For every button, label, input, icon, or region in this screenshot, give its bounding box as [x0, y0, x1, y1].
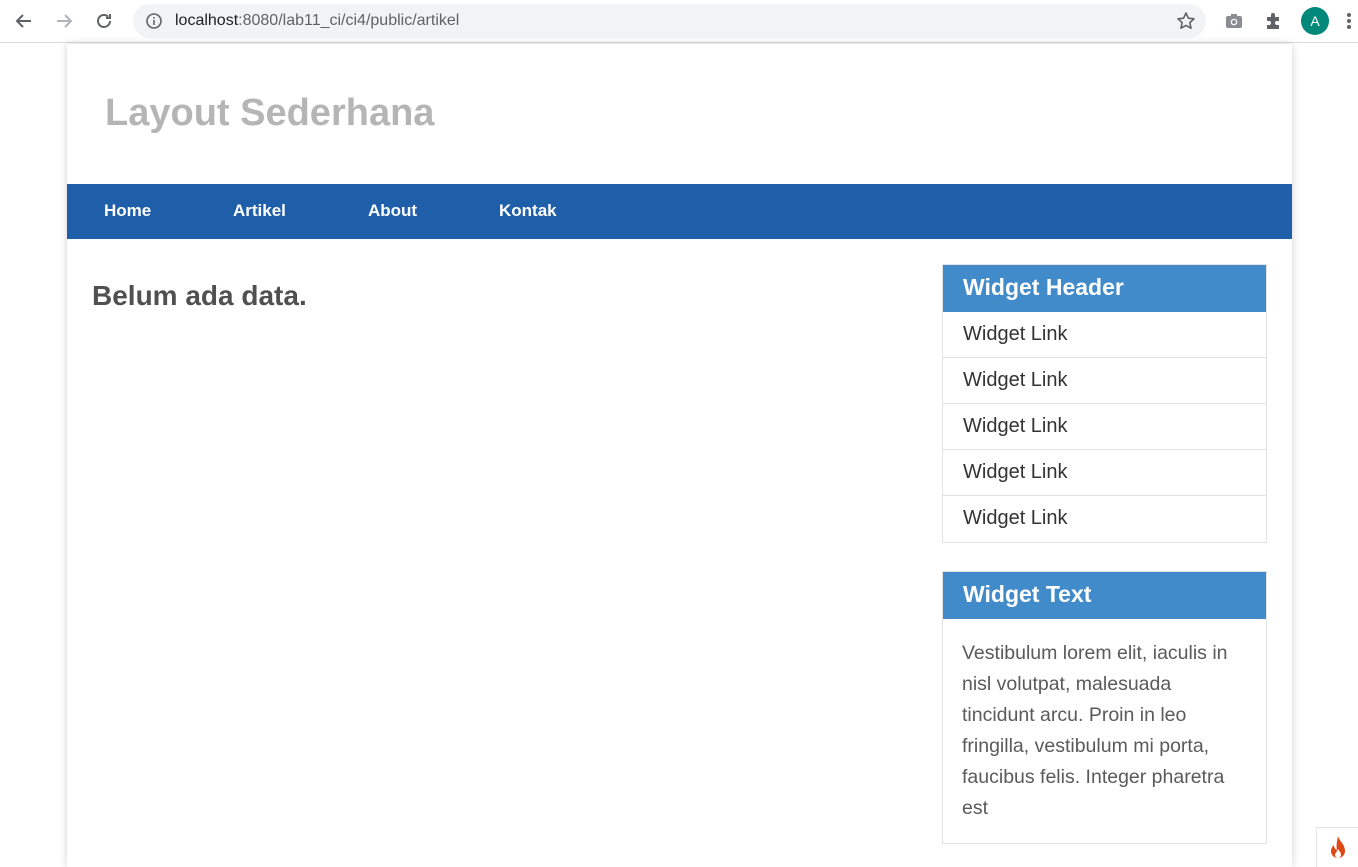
nav-link-artikel[interactable]: Artikel — [233, 201, 286, 221]
nav-link-home[interactable]: Home — [104, 201, 151, 221]
url-path: :8080/lab11_ci/ci4/public/artikel — [238, 12, 460, 29]
reload-button[interactable] — [89, 6, 119, 36]
codeigniter-flame-icon — [1330, 835, 1345, 858]
more-vertical-icon — [1347, 13, 1351, 29]
widget-header-box: Widget Header Widget Link Widget Link Wi… — [942, 264, 1267, 543]
info-icon[interactable] — [145, 12, 163, 30]
widget-link[interactable]: Widget Link — [943, 404, 1266, 450]
reload-icon — [97, 14, 111, 28]
address-bar[interactable]: localhost:8080/lab11_ci/ci4/public/artik… — [133, 4, 1206, 38]
main-navbar: Home Artikel About Kontak — [67, 184, 1292, 239]
star-icon[interactable] — [1176, 11, 1196, 31]
empty-data-message: Belum ada data. — [92, 280, 307, 311]
widget-header-title: Widget Header — [943, 265, 1266, 312]
page-container: Layout Sederhana Home Artikel About Kont… — [67, 44, 1292, 867]
widget-text-box: Widget Text Vestibulum lorem elit, iacul… — [942, 571, 1267, 844]
widget-link[interactable]: Widget Link — [943, 358, 1266, 404]
back-button[interactable] — [9, 6, 39, 36]
widget-text-title: Widget Text — [943, 572, 1266, 619]
widget-link[interactable]: Widget Link — [943, 450, 1266, 496]
forward-arrow-icon — [57, 14, 73, 28]
site-title: Layout Sederhana — [105, 92, 435, 134]
forward-button[interactable] — [49, 6, 79, 36]
widget-link[interactable]: Widget Link — [943, 496, 1266, 542]
extensions-button[interactable] — [1259, 6, 1289, 36]
url-host: localhost — [175, 12, 239, 29]
browser-toolbar: localhost:8080/lab11_ci/ci4/public/artik… — [0, 0, 1358, 43]
menu-button[interactable] — [1340, 6, 1358, 36]
profile-avatar[interactable]: A — [1301, 7, 1329, 35]
address-url[interactable]: localhost:8080/lab11_ci/ci4/public/artik… — [175, 12, 459, 30]
camera-icon — [1226, 14, 1242, 28]
widget-link[interactable]: Widget Link — [943, 312, 1266, 358]
avatar-letter: A — [1310, 13, 1320, 29]
nav-link-kontak[interactable]: Kontak — [499, 201, 557, 221]
widget-link-list: Widget Link Widget Link Widget Link Widg… — [943, 312, 1266, 542]
back-arrow-icon — [15, 14, 31, 28]
puzzle-extension-icon — [1267, 13, 1279, 29]
page-viewport: Layout Sederhana Home Artikel About Kont… — [0, 44, 1358, 867]
widget-text-body: Vestibulum lorem elit, iaculis in nisl v… — [962, 642, 1228, 819]
nav-link-about[interactable]: About — [368, 201, 417, 221]
codeigniter-debug-badge[interactable] — [1316, 827, 1358, 867]
camera-button[interactable] — [1219, 6, 1249, 36]
